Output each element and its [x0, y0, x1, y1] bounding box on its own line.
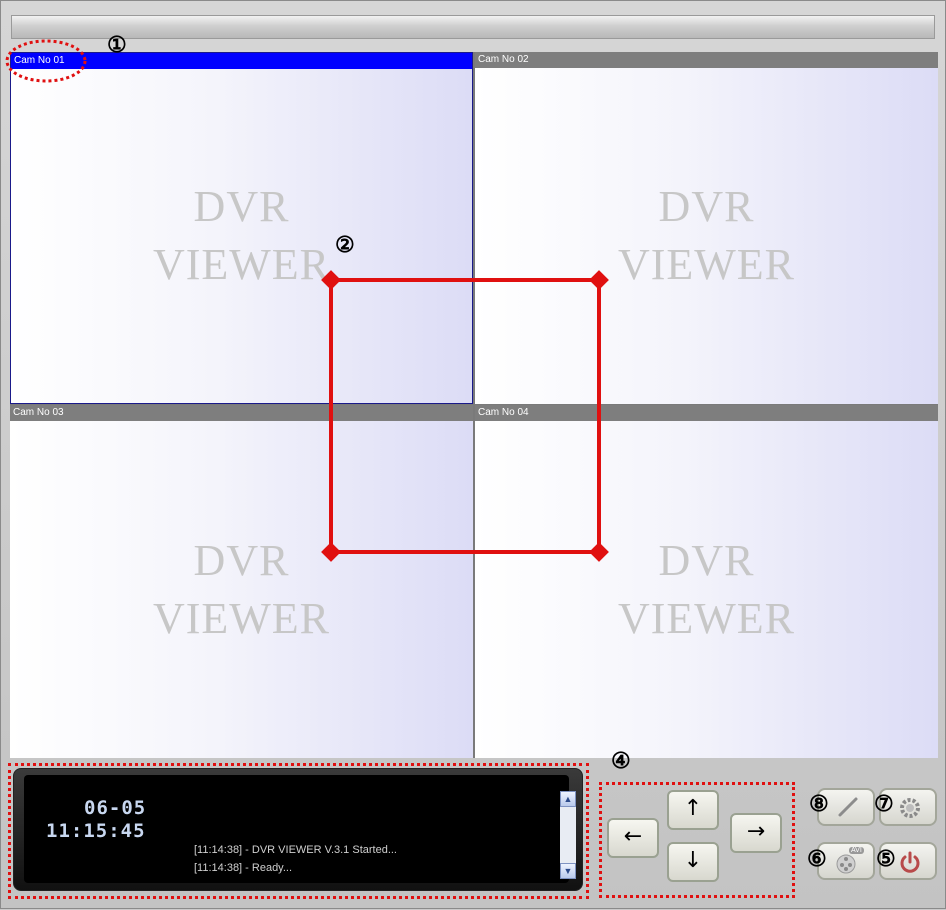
avi-badge: AVI	[849, 847, 864, 854]
dvr-viewer-window: Cam No 01 DVR VIEWER Cam No 02 DVR VIEWER …	[0, 0, 946, 909]
marker-3: ③	[23, 778, 43, 803]
marker-6: ⑥	[807, 846, 827, 871]
marker-7: ⑦	[874, 791, 894, 816]
clock-date: 06-05	[84, 797, 147, 819]
marker-1: ①	[107, 32, 127, 57]
ptz-down-button[interactable]: ↓	[667, 842, 719, 882]
marker-4: ④	[611, 748, 631, 773]
log-line: [11:14:38] - DVR VIEWER V.3.1 Started...	[194, 844, 397, 856]
ptz-up-button[interactable]: ↑	[667, 790, 719, 830]
power-icon	[900, 851, 920, 873]
marker-8: ⑧	[809, 791, 829, 816]
marker-2: ②	[335, 232, 355, 257]
log-scrollbar[interactable]: ▲ ▼	[560, 791, 576, 879]
log-messages: [11:14:38] - DVR VIEWER V.3.1 Started...…	[194, 841, 397, 877]
log-line: [11:14:38] - Ready...	[194, 862, 293, 874]
ptz-left-button[interactable]: ←	[607, 818, 659, 858]
ptz-right-button[interactable]: →	[730, 813, 782, 853]
scroll-up-icon[interactable]: ▲	[560, 791, 576, 807]
log-display: 06-05 11:15:45 [11:14:38] - DVR VIEWER V…	[24, 775, 576, 883]
scroll-down-icon[interactable]: ▼	[560, 863, 576, 879]
link-icon	[838, 797, 858, 817]
gear-icon	[900, 798, 920, 818]
marker-5: ⑤	[876, 846, 896, 871]
status-log-panel: 06-05 11:15:45 [11:14:38] - DVR VIEWER V…	[13, 768, 583, 891]
clock-time: 11:15:45	[46, 820, 146, 842]
